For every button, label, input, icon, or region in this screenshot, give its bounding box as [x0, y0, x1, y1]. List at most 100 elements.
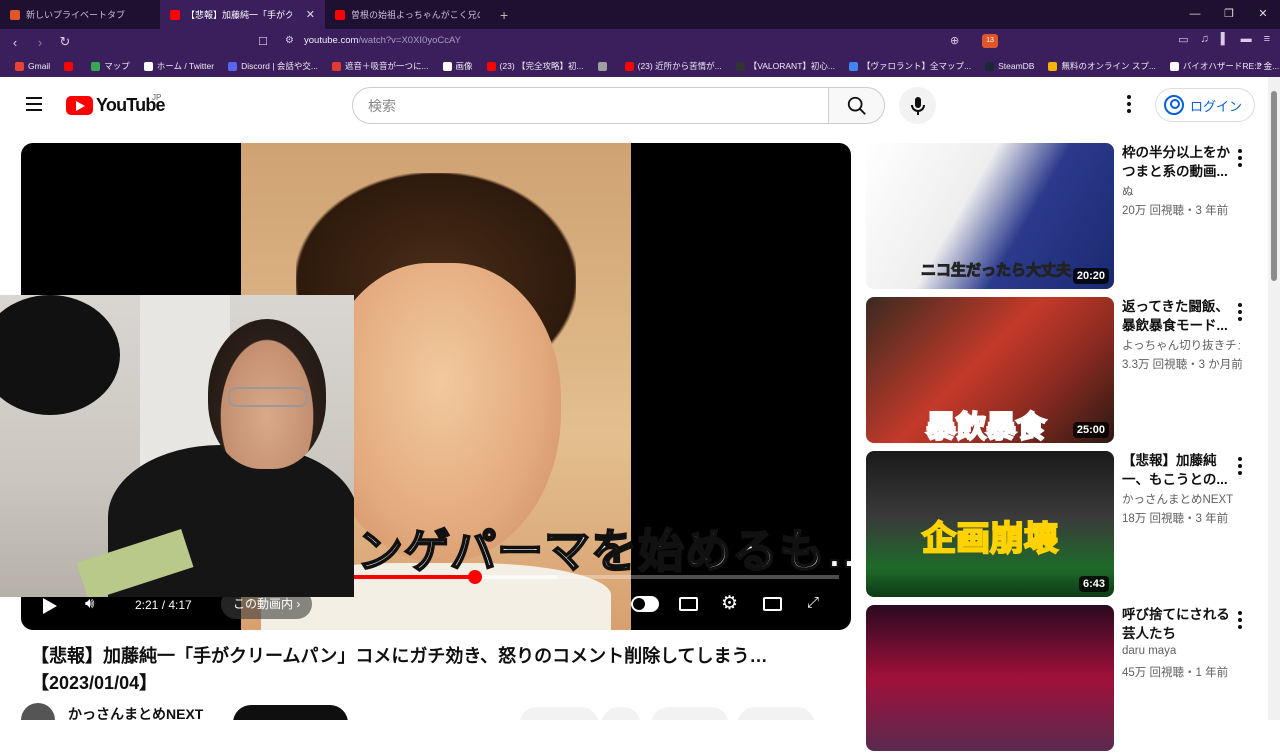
bookmark-item[interactable]: SteamDB [978, 61, 1041, 71]
autoplay-toggle[interactable] [631, 596, 659, 612]
bookmark-item[interactable]: ホーム / Twitter [137, 60, 221, 72]
theater-mode-icon[interactable] [763, 597, 782, 611]
channel-row: かっさんまとめNEXT [21, 701, 851, 720]
bookmark-item[interactable]: 【VALORANT】初心... [729, 60, 842, 72]
recommendation-channel[interactable]: よっちゃん切り抜きチェ... [1122, 337, 1240, 353]
more-actions-icon[interactable] [1238, 611, 1242, 629]
recommendation-title[interactable]: 呼び捨てにされる芸人たち [1122, 605, 1230, 643]
brave-shields-icon[interactable]: 13 [982, 34, 998, 48]
bookmarks-more-icon[interactable]: » [1256, 59, 1262, 70]
fullscreen-icon[interactable]: ⤢ [807, 594, 819, 611]
share-button[interactable] [651, 707, 729, 720]
zoom-icon[interactable]: ⊕ [950, 34, 959, 47]
youtube-logo[interactable]: YouTube [66, 95, 166, 116]
youtube-favicon-icon [335, 9, 345, 20]
page-scrollbar[interactable] [1268, 77, 1280, 720]
tab-current-video[interactable]: 【悲報】加藤純一「手がクリームパン」 ✕ [160, 0, 325, 29]
play-button[interactable] [43, 598, 57, 614]
bookmark-item[interactable]: Gmail [8, 61, 57, 71]
video-thumbnail[interactable] [866, 605, 1114, 751]
guide-menu-icon[interactable] [26, 97, 42, 111]
tab-other-video[interactable]: 曽根の始祖よっちゃんがこく兄の闘飯に突 [325, 0, 490, 29]
bookmark-favicon-icon [624, 61, 634, 71]
bookmark-item[interactable]: マップ [84, 60, 137, 72]
back-icon[interactable]: ‹ [5, 35, 25, 50]
recommendation-item[interactable]: 企画崩壊 6:43 【悲報】加藤純一、もこうとの... かっさんまとめNEXT … [866, 451, 1256, 599]
bookmark-item[interactable]: 画像 [436, 60, 480, 72]
recommendation-title[interactable]: 【悲報】加藤純一、もこうとの... [1122, 451, 1230, 489]
recommendation-channel[interactable]: ぬ [1122, 183, 1240, 199]
menu-icon[interactable]: ≡ [1264, 33, 1270, 46]
bookmark-item[interactable]: 無料のオンライン スプ... [1041, 60, 1162, 72]
subtitles-icon[interactable] [679, 597, 698, 611]
tab-close-icon[interactable]: ✕ [306, 8, 315, 21]
search-button[interactable] [828, 87, 885, 124]
recommendation-channel[interactable]: daru maya [1122, 645, 1240, 657]
recommendation-item[interactable]: 暴飲暴食 25:00 返ってきた闘飯、暴飲暴食モード... よっちゃん切り抜きチ… [866, 297, 1256, 445]
dislike-button[interactable] [601, 707, 641, 720]
webcam-dark-object [0, 295, 120, 415]
bookmark-page-icon[interactable]: ☐ [258, 35, 268, 48]
recommendation-title[interactable]: 返ってきた闘飯、暴飲暴食モード... [1122, 297, 1230, 335]
toolbar-right: ▭ ♫ ▌ ▬ ≡ [1178, 33, 1270, 46]
subscribe-button[interactable] [233, 705, 348, 720]
recommendation-item[interactable]: 呼び捨てにされる芸人たち daru maya 45万 回視聴・1 年前 [866, 605, 1256, 753]
address-bar: ‹ › ↻ ☐ ⚙ youtube.com/watch?v=X0XI0yoCcA… [0, 29, 1280, 55]
volume-icon[interactable]: 🔊︎ [85, 595, 94, 612]
new-tab-icon[interactable]: + [490, 7, 518, 23]
minimize-icon[interactable]: — [1178, 0, 1212, 29]
more-actions-icon[interactable] [1238, 303, 1242, 321]
bookmark-favicon-icon [735, 61, 745, 71]
channel-avatar[interactable] [21, 703, 55, 720]
cast-icon[interactable]: ▭ [1178, 33, 1188, 46]
bookmark-item[interactable]: (23) 【完全攻略】初... [480, 60, 591, 72]
voice-search-button[interactable] [899, 87, 936, 124]
scrollbar-thumb[interactable] [1271, 91, 1277, 281]
video-thumbnail[interactable]: ニコ生だったら大丈夫 20:20 [866, 143, 1114, 289]
like-button[interactable] [519, 707, 599, 720]
search-input[interactable] [353, 88, 828, 123]
recommendation-channel[interactable]: かっさんまとめNEXT [1122, 491, 1240, 507]
forward-icon[interactable]: › [30, 35, 50, 50]
wallet-icon[interactable]: ▬ [1241, 33, 1252, 46]
bookmark-label: 【VALORANT】初心... [748, 61, 835, 71]
bookmark-item[interactable]: 遮音＋吸音が一つに... [325, 60, 436, 72]
more-actions-icon[interactable] [1238, 457, 1242, 475]
bookmark-label: 無料のオンライン スプ... [1061, 61, 1156, 71]
more-actions-icon[interactable] [1238, 149, 1242, 167]
bookmark-label: 画像 [455, 61, 473, 71]
bookmark-item[interactable]: 【ヴァロラント】全マップ... [842, 60, 978, 72]
recommendation-item[interactable]: ニコ生だったら大丈夫 20:20 枠の半分以上をかつまと系の動画... ぬ 20… [866, 143, 1256, 291]
bookmark-item[interactable]: Discord | 会話や交... [221, 60, 325, 72]
video-title: 【悲報】加藤純一「手がクリームパン」コメにガチ効き、怒りのコメント削除してしまう… [31, 646, 768, 693]
bookmark-favicon-icon [1169, 61, 1179, 71]
bookmark-item[interactable]: (23) 近所から苦情が... [618, 60, 729, 72]
login-button[interactable]: ログイン [1155, 88, 1256, 122]
bookmark-item[interactable]: バイオハザードRE:2 金... [1163, 60, 1280, 72]
bookmark-item[interactable] [57, 61, 84, 71]
bookmark-favicon-icon [1048, 61, 1058, 71]
settings-gear-icon[interactable]: ⚙ [721, 592, 738, 615]
youtube-header: YouTube JP ログイン [0, 77, 1268, 133]
video-thumbnail[interactable]: 暴飲暴食 25:00 [866, 297, 1114, 443]
microphone-icon [910, 96, 925, 115]
save-button[interactable] [737, 707, 815, 720]
bookmark-label: (23) 近所から苦情が... [637, 61, 722, 71]
search-icon [847, 96, 866, 115]
close-window-icon[interactable]: ✕ [1246, 0, 1280, 29]
bookmark-item[interactable] [591, 61, 618, 71]
settings-kebab-icon[interactable] [1122, 95, 1136, 113]
reload-icon[interactable]: ↻ [55, 34, 75, 50]
url-field[interactable]: youtube.com/watch?v=X0XI0yoCcAY [304, 35, 461, 46]
video-thumbnail[interactable]: 企画崩壊 6:43 [866, 451, 1114, 597]
brave-lion-icon [10, 9, 20, 20]
sidebar-icon[interactable]: ▌ [1221, 33, 1229, 46]
music-icon[interactable]: ♫ [1201, 33, 1209, 46]
bookmark-favicon-icon [143, 61, 153, 71]
maximize-icon[interactable]: ❐ [1212, 0, 1246, 29]
channel-name[interactable]: かっさんまとめNEXT [68, 704, 203, 720]
window-controls: — ❐ ✕ [1178, 0, 1280, 29]
recommendation-title[interactable]: 枠の半分以上をかつまと系の動画... [1122, 143, 1230, 181]
site-info-icon[interactable]: ⚙ [285, 35, 294, 46]
tab-private[interactable]: 新しいプライベートタブ [0, 0, 160, 29]
